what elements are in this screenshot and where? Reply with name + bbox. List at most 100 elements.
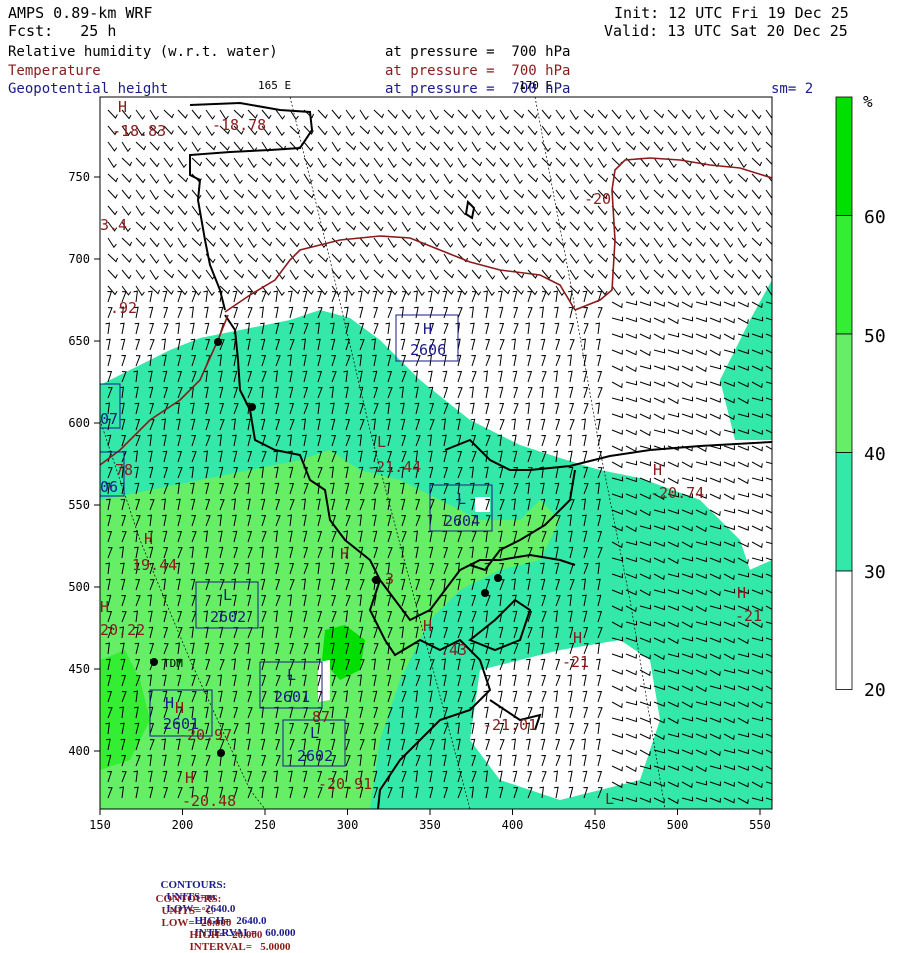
wind-barb [303, 141, 314, 152]
wind-barb [471, 253, 482, 263]
wind-barb [331, 221, 341, 233]
wind-barb [191, 291, 197, 303]
wind-barb [723, 173, 733, 185]
wind-barb [737, 157, 747, 169]
wind-barb [107, 269, 118, 279]
wind-barb [639, 221, 650, 231]
wind-barb [526, 338, 531, 351]
wind-barb [611, 333, 623, 339]
wind-barb [443, 173, 453, 185]
x-tick-label: 400 [502, 818, 524, 832]
wind-barb [429, 109, 439, 121]
wind-barb [765, 509, 772, 514]
colorbar-segment [835, 215, 853, 335]
wind-barb [233, 221, 244, 232]
wind-barb [499, 141, 510, 151]
wind-barb [135, 253, 146, 264]
wind-barb [359, 125, 371, 135]
wind-barb [359, 173, 370, 184]
wind-barb [765, 477, 772, 481]
wind-barb [751, 173, 762, 183]
wind-barb [247, 237, 257, 249]
wind-barb [541, 221, 551, 233]
wind-barb [653, 348, 666, 354]
wind-barb [709, 461, 721, 467]
station-dot [150, 658, 158, 666]
wind-barb [765, 541, 772, 545]
wind-barb [485, 418, 491, 431]
wind-barb [667, 461, 679, 468]
wind-barb [553, 370, 558, 383]
wind-barb [569, 402, 575, 415]
wind-barb [373, 221, 384, 232]
wind-barb [428, 370, 433, 383]
wind-barb [485, 189, 496, 200]
wind-barb [121, 189, 132, 200]
wind-barb [106, 338, 111, 351]
wind-barb [653, 365, 665, 371]
wind-barb [625, 333, 637, 339]
wind-barb [344, 306, 349, 319]
wind-barb [288, 306, 294, 319]
wind-barb [331, 141, 341, 153]
wind-barb [247, 157, 257, 169]
wind-barb [723, 189, 735, 199]
wind-barb [597, 157, 607, 169]
wind-barb [400, 338, 406, 351]
wind-barb [709, 381, 721, 387]
svg-text:-21: -21 [562, 653, 589, 671]
wind-barb [582, 434, 587, 447]
wind-barb [331, 291, 337, 303]
wind-barb [611, 349, 623, 355]
wind-barb [289, 189, 299, 201]
wind-barb [135, 355, 141, 367]
wind-barb [149, 237, 160, 248]
colorbar-label: 50 [864, 326, 886, 347]
wind-barb [541, 354, 547, 367]
wind-barb [667, 253, 679, 263]
wind-barb [204, 306, 209, 319]
wind-barb [583, 269, 595, 279]
wind-barb [639, 109, 649, 121]
wind-barb [737, 189, 748, 199]
wind-barb [723, 141, 734, 152]
wind-barb [527, 141, 538, 152]
wind-barb [511, 418, 516, 431]
wind-barb [107, 285, 118, 296]
wind-barb [177, 253, 189, 263]
wind-barb [387, 173, 399, 183]
height-label-2606: H 2606 [395, 314, 459, 362]
wind-barb [289, 269, 299, 281]
wind-barb [583, 221, 594, 232]
wind-barb [233, 141, 244, 152]
wind-barb [219, 141, 230, 151]
wind-barb [134, 322, 140, 335]
wind-barb [373, 173, 383, 185]
x-tick-label: 350 [419, 818, 441, 832]
wind-barb [541, 109, 552, 120]
wind-barb [611, 285, 622, 296]
wind-barb [723, 125, 734, 135]
wind-barb [177, 269, 188, 279]
wind-barb [484, 402, 490, 415]
wind-barb [695, 221, 707, 231]
wind-barb [121, 205, 132, 216]
wind-barb [695, 365, 707, 373]
wind-barb [345, 221, 357, 231]
colorbar-segment [835, 452, 853, 572]
wind-barb [639, 461, 651, 467]
wind-barb [105, 322, 110, 335]
wind-barb [765, 125, 772, 137]
wind-barb [163, 221, 174, 232]
wind-barb [233, 269, 245, 279]
wind-barb [303, 173, 313, 185]
wind-barb [289, 173, 300, 184]
wind-barb [526, 418, 531, 431]
wind-barb [527, 205, 538, 216]
wind-barb [387, 157, 397, 169]
wind-barb [135, 157, 146, 167]
wind-barb [667, 221, 678, 232]
wind-barb [177, 157, 187, 169]
wind-barb [681, 173, 692, 183]
wind-barb [723, 493, 735, 501]
